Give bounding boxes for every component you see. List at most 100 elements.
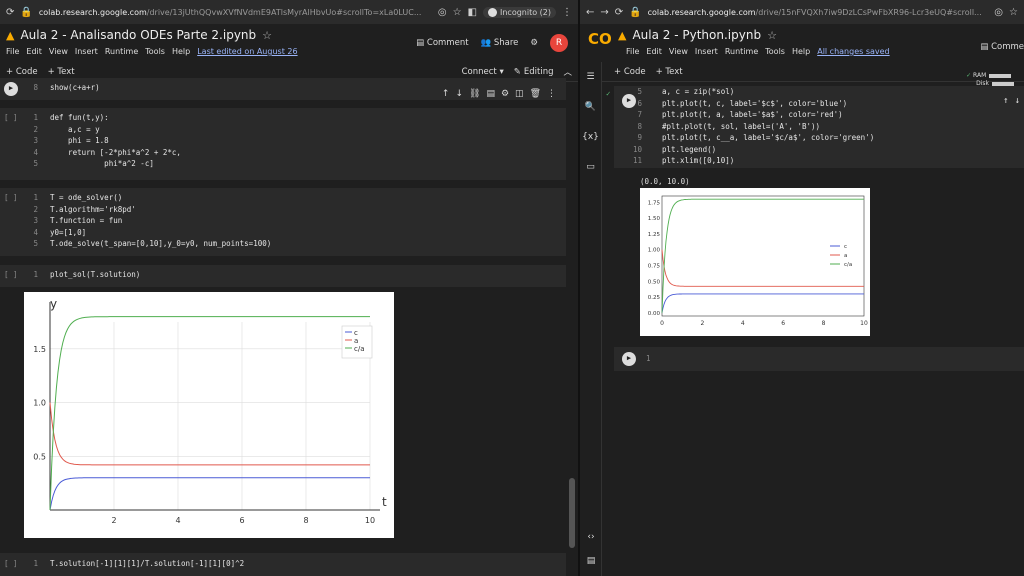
plot-frame <box>661 195 865 317</box>
connect-button[interactable]: Connect ▾ <box>462 67 504 77</box>
menu-view[interactable]: View <box>49 47 68 56</box>
right-address-bar[interactable]: colab.research.google.com/drive/15nFVQXh… <box>648 8 989 17</box>
menu-tools[interactable]: Tools <box>765 47 785 56</box>
line-number: 4 <box>33 227 38 237</box>
run-cell-bracket[interactable]: [ ] <box>4 192 18 204</box>
star-icon[interactable]: ☆ <box>262 29 272 42</box>
line-number: 8 <box>637 121 642 131</box>
menu-file[interactable]: File <box>6 47 19 56</box>
menu-insert[interactable]: Insert <box>75 47 98 56</box>
code-cell-matplotlib[interactable]: ✓ ▶ 5 a, c = zip(*sol) 6 plt.plot(t, c, lab… <box>606 86 1024 168</box>
run-cell-bracket[interactable]: [ ] <box>4 112 18 124</box>
forward-arrow-icon[interactable]: → <box>600 7 608 18</box>
code-line: plot_sol(T.solution) <box>50 270 141 279</box>
code-cell-fun[interactable]: [ ] 1 def fun(t,y): 2 a,c = y3 phi = 1.8 4 … <box>0 108 566 180</box>
menu-edit[interactable]: Edit <box>646 47 662 56</box>
star-icon[interactable]: ☆ <box>767 29 777 42</box>
y-tick-label: 1.5 <box>33 345 46 354</box>
share-button[interactable]: 👥 Share <box>481 38 519 48</box>
eye-off-icon[interactable]: ◎ <box>994 7 1003 18</box>
vertical-scrollbar[interactable] <box>569 478 575 548</box>
move-down-icon[interactable]: ↓ <box>455 89 463 99</box>
extension-icon[interactable]: ◧ <box>468 7 477 18</box>
mirror-icon[interactable]: ◫ <box>515 89 524 99</box>
menu-edit[interactable]: Edit <box>26 47 42 56</box>
notebook-title[interactable]: Aula 2 - Analisando ODEs Parte 2.ipynb <box>20 28 256 42</box>
terminal-icon[interactable]: ▤ <box>580 546 602 576</box>
code-line: plt.xlim([0,10]) <box>662 156 735 165</box>
menu-file[interactable]: File <box>626 47 639 56</box>
back-arrow-icon[interactable]: ← <box>586 7 594 18</box>
comment-button[interactable]: ▤ Comment <box>416 38 468 48</box>
menu-help[interactable]: Help <box>172 47 190 56</box>
last-edited-link[interactable]: Last edited on August 26 <box>197 47 297 56</box>
files-icon[interactable]: ▭ <box>580 152 601 182</box>
notebook-toolbar: + Code + Text <box>580 62 1024 82</box>
x-axis-label: t <box>382 495 387 509</box>
add-text-button[interactable]: + Text <box>48 67 75 77</box>
reload-icon[interactable]: ⟳ <box>6 7 14 18</box>
bookmark-star-icon[interactable]: ☆ <box>453 7 462 18</box>
x-tick-label: 2 <box>700 320 704 327</box>
browser-menu-icon[interactable]: ⋮ <box>562 7 572 18</box>
menu-tools[interactable]: Tools <box>145 47 165 56</box>
people-icon: 👥 <box>480 38 494 48</box>
delete-icon[interactable]: 🗑 <box>530 89 541 99</box>
link-icon[interactable]: ⛓ <box>469 89 480 99</box>
notebook-title[interactable]: Aula 2 - Python.ipynb <box>632 28 761 42</box>
cell-settings-icon[interactable]: ⚙ <box>501 89 509 99</box>
run-cell-button[interactable]: ▶ <box>4 82 18 96</box>
run-cell-button[interactable]: ▶ <box>622 352 636 366</box>
add-code-button[interactable]: + Code <box>6 67 38 77</box>
menu-view[interactable]: View <box>669 47 688 56</box>
toc-icon[interactable]: ☰ <box>580 62 601 92</box>
move-up-icon[interactable]: ↑ <box>442 89 450 99</box>
avatar[interactable]: R <box>550 34 568 52</box>
line-number: 1 <box>33 113 38 122</box>
incognito-label: Incognito (2) <box>500 7 551 17</box>
x-tick-label: 10 <box>365 516 375 525</box>
left-address-bar[interactable]: colab.research.google.com/drive/13jUthQQ… <box>39 8 432 17</box>
colab-logo-icon[interactable]: CO <box>588 30 612 48</box>
line-number: 1 <box>646 354 651 363</box>
url-path: /drive/13jUthQQvwXVfNVdmE9ATlsMyrAlHbvUo… <box>146 7 422 17</box>
move-down-icon[interactable]: ↓ <box>1015 96 1020 108</box>
eye-off-icon[interactable]: ◎ <box>438 7 447 18</box>
matplotlib-plot-svg: 0 2 4 6 8 10 0.00 0.25 0.50 0.75 1.00 1.25 1.50 1.75 c… <box>648 195 868 327</box>
menu-insert[interactable]: Insert <box>695 47 718 56</box>
menu-help[interactable]: Help <box>792 47 810 56</box>
collapse-icon[interactable]: ︿ <box>563 66 572 78</box>
menu-runtime[interactable]: Runtime <box>105 47 138 56</box>
code-cell-plot[interactable]: [ ] 1 plot_sol(T.solution) <box>0 265 566 287</box>
run-cell-bracket[interactable]: [ ] <box>4 269 18 281</box>
line-number: 7 <box>637 110 642 119</box>
legend-label: a <box>354 337 358 345</box>
variables-icon[interactable]: {x} <box>580 122 601 152</box>
code-line: return [-2*phi*a^2 + 2*c, <box>50 147 181 157</box>
comment-cell-icon[interactable]: ▤ <box>486 89 495 99</box>
left-browser-toolbar: ⟳ 🔒 colab.research.google.com/drive/13jU… <box>0 0 578 24</box>
line-number: 2 <box>33 204 38 214</box>
search-icon[interactable]: 🔍 <box>580 92 601 122</box>
move-up-icon[interactable]: ↑ <box>1003 96 1008 108</box>
reload-icon[interactable]: ⟳ <box>615 7 623 18</box>
more-icon[interactable]: ⋮ <box>547 89 556 99</box>
empty-code-cell[interactable]: ▶ 1 <box>614 347 1024 371</box>
run-cell-bracket[interactable]: [ ] <box>4 558 18 570</box>
share-label: Share <box>493 38 519 48</box>
line-number: 5 <box>33 159 38 168</box>
line-number: 10 <box>632 144 642 154</box>
editing-toggle[interactable]: ✎ Editing <box>514 67 554 77</box>
saved-status-link[interactable]: All changes saved <box>817 47 889 56</box>
code-cell-ratio[interactable]: [ ] 1 T.solution[-1][1][1]/T.solution[-1]… <box>0 553 566 576</box>
add-code-button[interactable]: + Code <box>614 67 646 77</box>
incognito-badge[interactable]: Incognito (2) <box>483 6 556 18</box>
add-text-button[interactable]: + Text <box>656 67 683 77</box>
code-line: T.function = fun <box>50 216 123 225</box>
menu-runtime[interactable]: Runtime <box>725 47 758 56</box>
comment-button[interactable]: ▤ Comme <box>980 42 1024 52</box>
x-tick-label: 2 <box>111 516 116 525</box>
bookmark-star-icon[interactable]: ☆ <box>1009 7 1018 18</box>
settings-gear-icon[interactable]: ⚙ <box>530 38 538 48</box>
code-cell-solver[interactable]: [ ] 1 T = ode_solver() 2 T.algorithm='rk8pd… <box>0 188 566 256</box>
